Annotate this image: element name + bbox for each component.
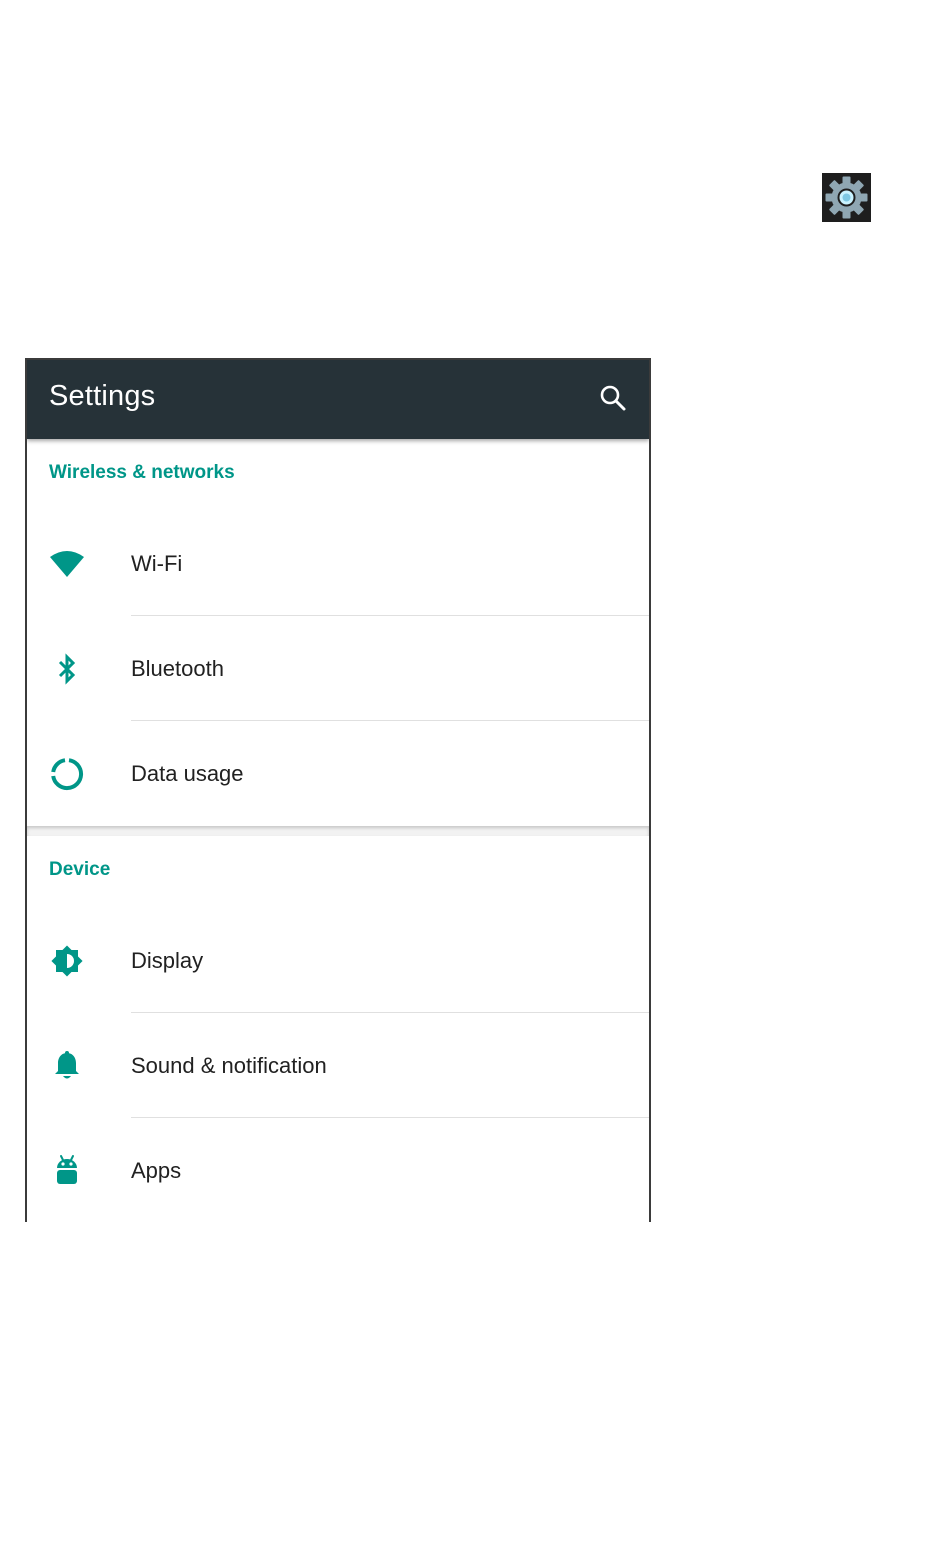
settings-item-label: Sound & notification — [131, 1052, 327, 1078]
settings-item-bluetooth[interactable]: Bluetooth — [27, 616, 649, 721]
settings-item-label: Apps — [131, 1157, 182, 1183]
settings-item-label: Data usage — [131, 760, 244, 786]
settings-gear-icon — [825, 176, 868, 219]
settings-app-icon[interactable] — [822, 173, 871, 222]
settings-item-label: Wi-Fi — [131, 550, 183, 576]
data-usage-icon — [49, 756, 85, 792]
brightness-icon — [49, 943, 85, 979]
settings-item-data-usage[interactable]: Data usage — [27, 721, 649, 826]
bell-icon — [49, 1048, 85, 1084]
section-wireless-networks: Wireless & networks Wi-Fi Bluetooth Data… — [27, 439, 649, 826]
settings-screen: Settings Wireless & networks Wi-Fi Bluet… — [25, 358, 651, 1222]
wifi-icon — [49, 546, 85, 582]
android-icon — [49, 1153, 85, 1189]
section-title: Wireless & networks — [49, 462, 235, 483]
search-icon — [600, 385, 626, 411]
settings-item-apps[interactable]: Apps — [27, 1118, 649, 1222]
section-header: Wireless & networks — [27, 439, 649, 511]
page-title: Settings — [49, 380, 156, 412]
search-button[interactable] — [595, 380, 631, 416]
settings-item-sound-notification[interactable]: Sound & notification — [27, 1013, 649, 1118]
section-device: Device Display Sound & notification Apps — [27, 836, 649, 1222]
bluetooth-icon — [49, 651, 85, 687]
section-header: Device — [27, 836, 649, 908]
settings-item-wifi[interactable]: Wi-Fi — [27, 511, 649, 616]
settings-item-label: Bluetooth — [131, 655, 224, 681]
settings-item-label: Display — [131, 947, 204, 973]
toolbar: Settings — [27, 360, 649, 439]
settings-item-display[interactable]: Display — [27, 908, 649, 1013]
section-separator — [27, 826, 649, 836]
section-title: Device — [49, 859, 111, 880]
